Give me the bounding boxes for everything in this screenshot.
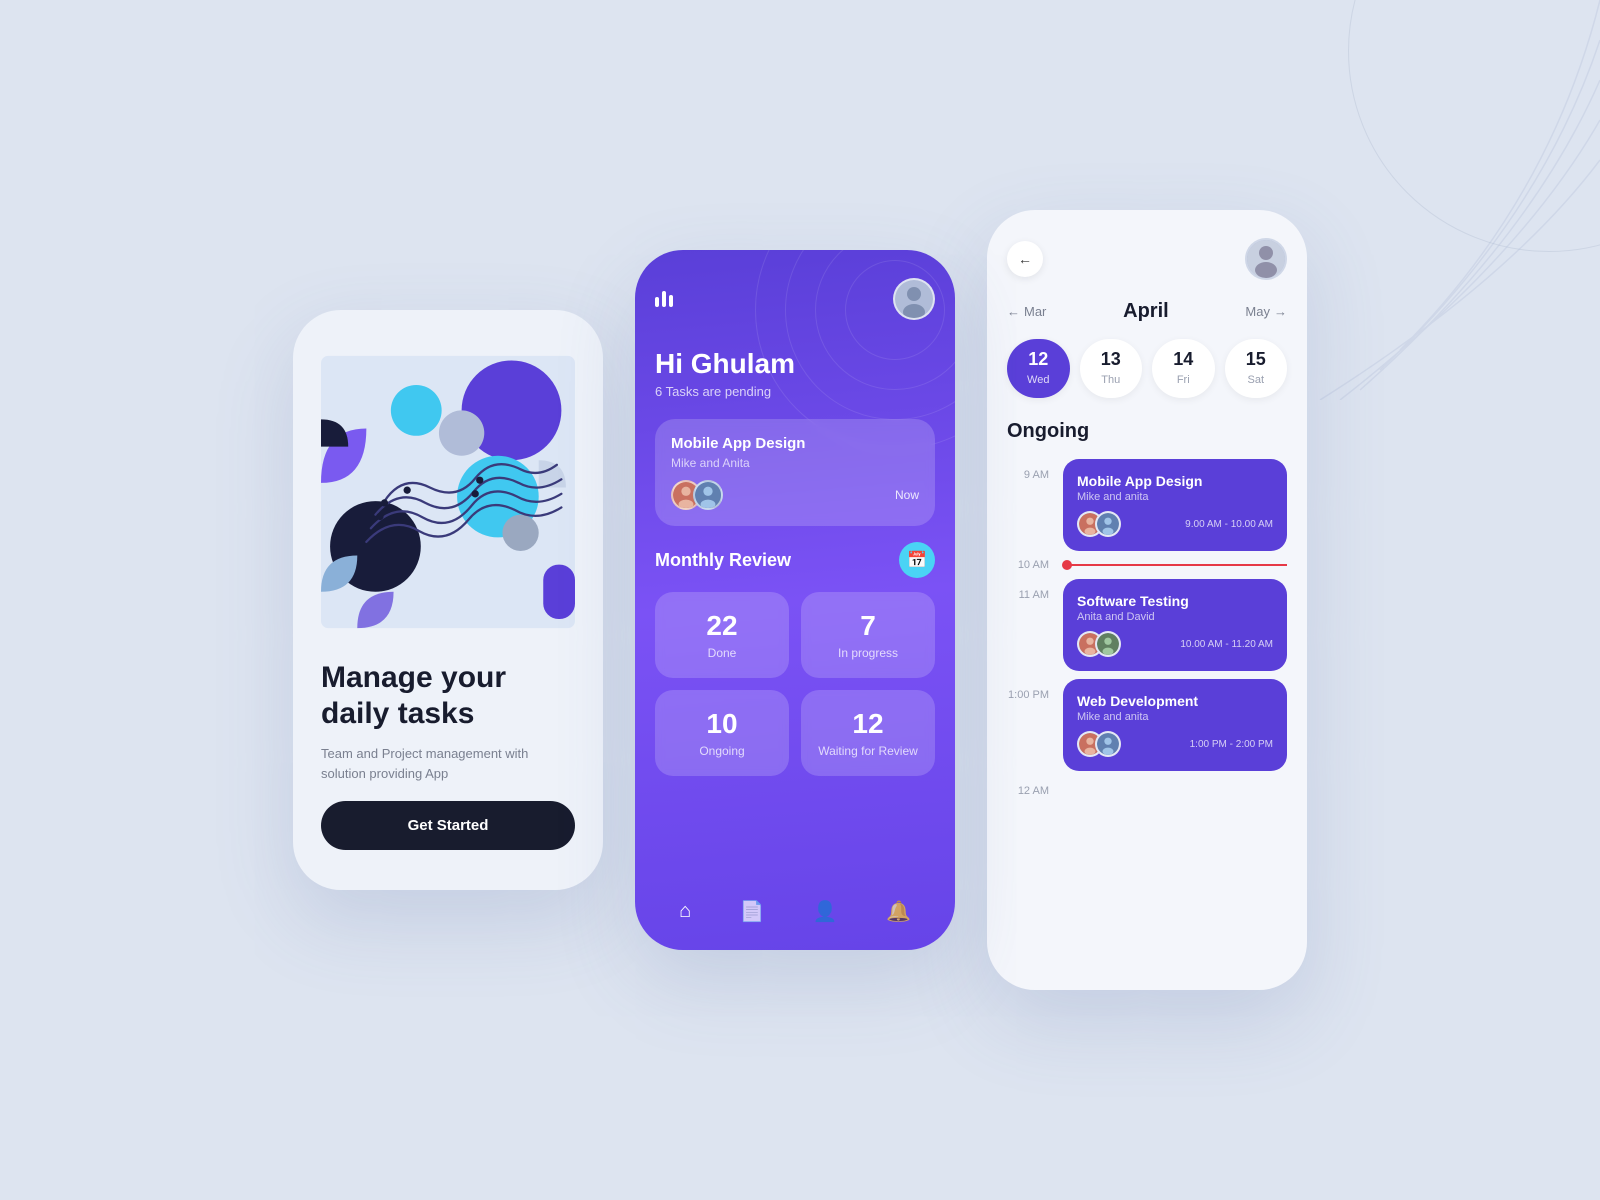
event-software-testing[interactable]: Software Testing Anita and David <box>1063 579 1287 671</box>
calendar-inner: ← ← Mar April May → <box>987 210 1307 990</box>
back-button[interactable]: ← <box>1007 241 1043 277</box>
stat-waiting[interactable]: 12 Waiting for Review <box>801 690 935 776</box>
calendar-icon-button[interactable]: 📅 <box>899 542 935 578</box>
time-dot <box>1062 560 1072 570</box>
event-web-development[interactable]: Web Development Mike and anita <box>1063 679 1287 771</box>
event2-avatar-2 <box>1095 631 1121 657</box>
onboarding-art <box>321 342 575 642</box>
calendar-icon: 📅 <box>907 550 927 570</box>
current-time-label: 10 AM <box>1007 559 1059 571</box>
prev-month-button[interactable]: ← Mar <box>1007 304 1046 319</box>
onboarding-text: Manage your daily tasks Team and Project… <box>321 660 575 783</box>
stat-progress-label: In progress <box>815 646 921 660</box>
bottom-nav: ⌂ 📄 👤 🔔 <box>655 885 935 930</box>
event2-time: 10.00 AM - 11.20 AM <box>1180 639 1273 650</box>
event-mobile-app[interactable]: Mobile App Design Mike and anita <box>1063 459 1287 551</box>
event1-bottom: 9.00 AM - 10.00 AM <box>1077 511 1273 537</box>
dashboard-header <box>655 278 935 320</box>
event2-avatars <box>1077 631 1113 657</box>
headline: Manage your daily tasks <box>321 660 575 732</box>
get-started-button[interactable]: Get Started <box>321 801 575 850</box>
phone-calendar: ← ← Mar April May → <box>987 210 1307 990</box>
stat-waiting-label: Waiting for Review <box>815 744 921 758</box>
stat-done-num: 22 <box>669 610 775 642</box>
monthly-review-title: Monthly Review <box>655 550 791 571</box>
stat-ongoing[interactable]: 10 Ongoing <box>655 690 789 776</box>
avatar-anita <box>693 480 723 510</box>
time-11am: 11 AM <box>1007 579 1059 601</box>
greeting-section: Hi Ghulam 6 Tasks are pending <box>655 348 935 399</box>
time-line <box>1063 564 1287 566</box>
time-1pm: 1:00 PM <box>1007 679 1059 701</box>
greeting-text: Hi Ghulam <box>655 348 935 380</box>
user-avatar[interactable] <box>893 278 935 320</box>
now-badge: Now <box>895 488 919 502</box>
bar-chart-icon <box>655 291 673 307</box>
task-title: Mobile App Design <box>671 435 919 452</box>
event3-subtitle: Mike and anita <box>1077 711 1273 723</box>
phone-dashboard: Hi Ghulam 6 Tasks are pending Mobile App… <box>635 250 955 950</box>
stat-ongoing-num: 10 <box>669 708 775 740</box>
event3-title: Web Development <box>1077 693 1273 709</box>
date-13[interactable]: 13 Thu <box>1080 339 1143 398</box>
user-avatar-cal[interactable] <box>1245 238 1287 280</box>
date-row: 12 Wed 13 Thu 14 Fri 15 Sat <box>1007 339 1287 398</box>
event3-avatars <box>1077 731 1113 757</box>
next-month-button[interactable]: May → <box>1245 304 1287 319</box>
month-navigation: ← Mar April May → <box>1007 300 1287 323</box>
event1-title: Mobile App Design <box>1077 473 1273 489</box>
event1-subtitle: Mike and anita <box>1077 491 1273 503</box>
monthly-review-header: Monthly Review 📅 <box>655 542 935 578</box>
phone-onboarding: Manage your daily tasks Team and Project… <box>293 310 603 890</box>
event3-avatar-2 <box>1095 731 1121 757</box>
event2-bottom: 10.00 AM - 11.20 AM <box>1077 631 1273 657</box>
event1-avatars <box>1077 511 1113 537</box>
task-subtitle: Mike and Anita <box>671 456 919 470</box>
stats-grid: 22 Done 7 In progress 10 Ongoing 12 Wait… <box>655 592 935 776</box>
time-label-row-12am: 12 AM <box>1007 775 1287 797</box>
ongoing-label: Ongoing <box>1007 420 1287 443</box>
event3-bottom: 1:00 PM - 2:00 PM <box>1077 731 1273 757</box>
event3-time: 1:00 PM - 2:00 PM <box>1190 739 1273 750</box>
avatar-group <box>671 480 715 510</box>
event1-avatar-2 <box>1095 511 1121 537</box>
stat-in-progress[interactable]: 7 In progress <box>801 592 935 678</box>
current-time-indicator: 10 AM <box>1007 559 1287 571</box>
month-label: April <box>1123 300 1169 323</box>
timeline-row-1: 9 AM Mobile App Design Mike and anita <box>1007 459 1287 551</box>
bell-icon[interactable]: 🔔 <box>886 899 911 924</box>
calendar-header: ← <box>1007 238 1287 280</box>
timeline: 9 AM Mobile App Design Mike and anita <box>1007 459 1287 970</box>
date-15[interactable]: 15 Sat <box>1225 339 1288 398</box>
task-card-mobile-app[interactable]: Mobile App Design Mike and Anita <box>655 419 935 526</box>
home-icon[interactable]: ⌂ <box>679 900 691 923</box>
phones-container: Manage your daily tasks Team and Project… <box>293 210 1307 990</box>
tasks-pending: 6 Tasks are pending <box>655 384 935 399</box>
subtitle: Team and Project management with solutio… <box>321 744 575 783</box>
task-card-bottom: Now <box>671 480 919 510</box>
date-14[interactable]: 14 Fri <box>1152 339 1215 398</box>
document-icon[interactable]: 📄 <box>740 899 765 924</box>
stat-waiting-num: 12 <box>815 708 921 740</box>
stat-done[interactable]: 22 Done <box>655 592 789 678</box>
timeline-row-3: 1:00 PM Web Development Mike and anita <box>1007 679 1287 771</box>
stat-progress-num: 7 <box>815 610 921 642</box>
time-9am: 9 AM <box>1007 459 1059 481</box>
event2-subtitle: Anita and David <box>1077 611 1273 623</box>
stat-ongoing-label: Ongoing <box>669 744 775 758</box>
date-12[interactable]: 12 Wed <box>1007 339 1070 398</box>
person-icon[interactable]: 👤 <box>813 899 838 924</box>
event1-time: 9.00 AM - 10.00 AM <box>1185 519 1273 530</box>
dashboard-inner: Hi Ghulam 6 Tasks are pending Mobile App… <box>635 250 955 950</box>
timeline-row-2: 11 AM Software Testing Anita and David <box>1007 579 1287 671</box>
time-12am: 12 AM <box>1007 775 1059 797</box>
stat-done-label: Done <box>669 646 775 660</box>
event2-title: Software Testing <box>1077 593 1273 609</box>
